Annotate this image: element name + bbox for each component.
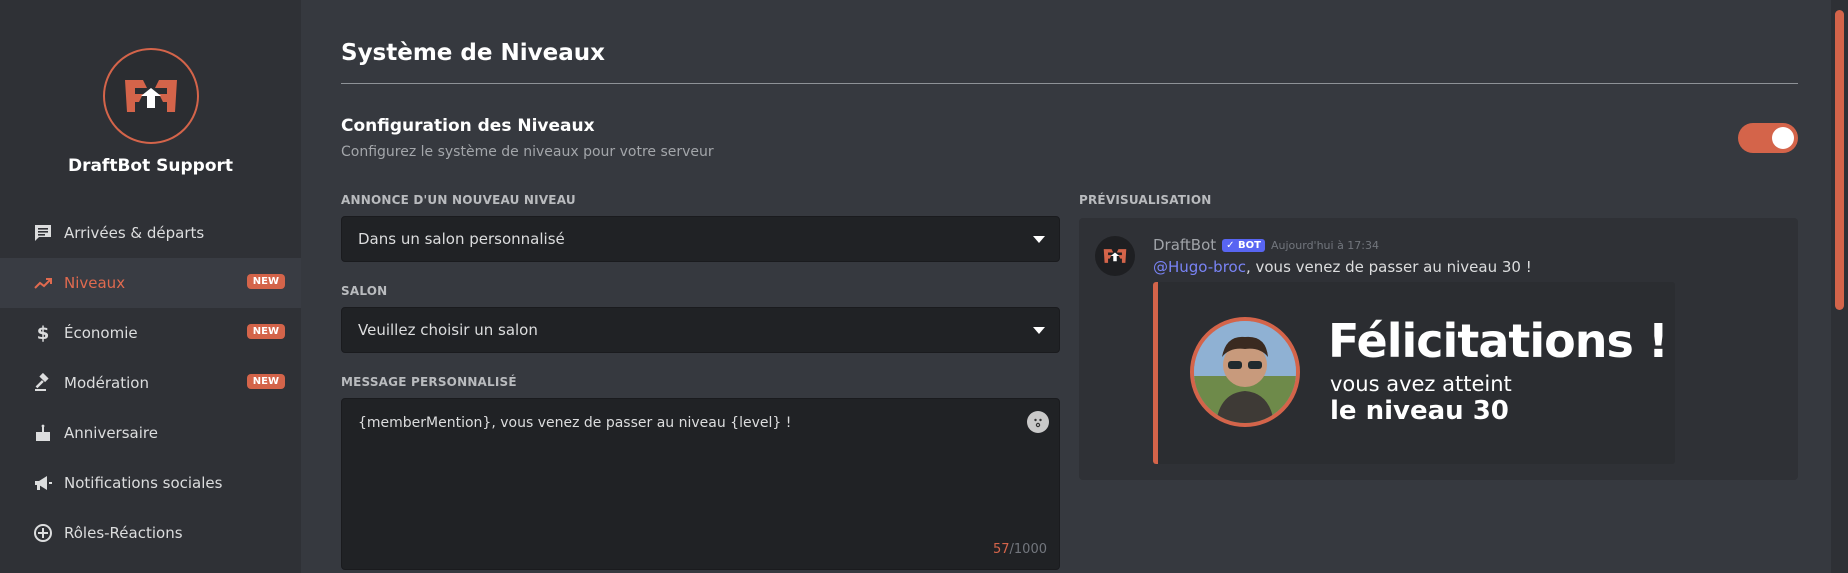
draftbot-logo-icon (125, 80, 177, 112)
gavel-icon (32, 372, 54, 394)
message-header: DraftBot ✓ BOT Aujourd'hui à 17:34 (1153, 236, 1379, 254)
preview-label: PRÉVISUALISATION (1079, 193, 1212, 207)
bot-tag: ✓ BOT (1222, 238, 1265, 252)
sidebar-item-economie[interactable]: $ Économie NEW (0, 308, 301, 358)
sidebar-item-label: Modération (64, 374, 149, 392)
sidebar-item-roles-reactions[interactable]: Rôles-Réactions (0, 508, 301, 558)
sidebar-item-arrivees[interactable]: Arrivées & départs (0, 208, 301, 258)
card-line2: le niveau 30 (1330, 396, 1509, 426)
bot-name: DraftBot (1153, 236, 1217, 254)
toggle-knob (1772, 127, 1794, 149)
new-badge: NEW (246, 374, 285, 389)
chat-icon (32, 222, 54, 244)
scrollbar[interactable] (1831, 0, 1848, 573)
chevron-down-icon (1033, 236, 1045, 243)
announce-label: ANNONCE D'UN NOUVEAU NIVEAU (341, 193, 576, 207)
bot-avatar (1095, 236, 1135, 276)
announce-select[interactable]: Dans un salon personnalisé (341, 216, 1060, 262)
add-circle-icon (32, 522, 54, 544)
main-content: Système de Niveaux Configuration des Niv… (301, 0, 1831, 573)
user-mention: @Hugo-broc (1153, 258, 1246, 276)
sidebar-item-label: Économie (64, 324, 138, 342)
sidebar-nav: Arrivées & départs Niveaux NEW $ Économi… (0, 208, 301, 558)
message-label: MESSAGE PERSONNALISÉ (341, 375, 517, 389)
card-title: Félicitations ! (1328, 314, 1669, 368)
new-badge: NEW (246, 324, 285, 339)
sidebar-item-label: Niveaux (64, 274, 126, 292)
page-title: Système de Niveaux (341, 40, 605, 66)
divider (341, 83, 1798, 84)
megaphone-icon (32, 472, 54, 494)
level-up-card: Félicitations ! vous avez atteint le niv… (1153, 282, 1675, 464)
sidebar-item-niveaux[interactable]: Niveaux NEW (0, 258, 301, 308)
sidebar-item-moderation[interactable]: Modération NEW (0, 358, 301, 408)
salon-label: SALON (341, 284, 388, 298)
emoji-icon[interactable] (1027, 411, 1049, 433)
cake-icon (32, 422, 54, 444)
char-max: /1000 (1009, 542, 1047, 557)
sidebar-item-label: Anniversaire (64, 424, 158, 442)
card-line1: vous avez atteint (1330, 372, 1512, 396)
server-logo (103, 48, 199, 144)
message-rest: , vous venez de passer au niveau 30 ! (1245, 258, 1532, 276)
trending-up-icon (32, 272, 54, 294)
new-badge: NEW (246, 274, 285, 289)
user-avatar (1190, 317, 1300, 427)
scrollbar-thumb[interactable] (1835, 10, 1844, 310)
section-subtitle: Configurez le système de niveaux pour vo… (341, 144, 714, 160)
levels-enabled-toggle[interactable] (1738, 123, 1798, 153)
message-body: @Hugo-broc, vous venez de passer au nive… (1153, 258, 1532, 276)
message-text: {memberMention}, vous venez de passer au… (358, 415, 792, 431)
sidebar: DraftBot Support Arrivées & départs Nive… (0, 0, 301, 573)
sidebar-item-label: Rôles-Réactions (64, 524, 183, 542)
char-count: 57 (992, 542, 1010, 557)
sidebar-item-notifications[interactable]: Notifications sociales (0, 458, 301, 508)
sidebar-item-label: Arrivées & départs (64, 224, 205, 242)
server-name: DraftBot Support (67, 156, 234, 176)
section-title: Configuration des Niveaux (341, 116, 595, 136)
salon-select-value: Veuillez choisir un salon (358, 321, 538, 339)
message-timestamp: Aujourd'hui à 17:34 (1270, 238, 1380, 252)
message-textarea[interactable]: {memberMention}, vous venez de passer au… (341, 398, 1060, 570)
announce-select-value: Dans un salon personnalisé (358, 230, 565, 248)
dollar-icon: $ (36, 322, 50, 344)
chevron-down-icon (1033, 327, 1045, 334)
salon-select[interactable]: Veuillez choisir un salon (341, 307, 1060, 353)
sidebar-item-anniversaire[interactable]: Anniversaire (0, 408, 301, 458)
sidebar-item-label: Notifications sociales (64, 474, 223, 492)
char-counter: 57/1000 (993, 542, 1047, 557)
draftbot-logo-icon (1103, 249, 1127, 263)
message-preview: DraftBot ✓ BOT Aujourd'hui à 17:34 @Hugo… (1079, 218, 1798, 480)
